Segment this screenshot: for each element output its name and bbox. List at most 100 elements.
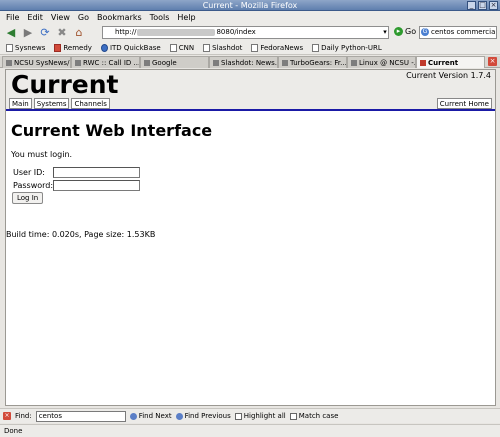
- window-title: Current - Mozilla Firefox: [202, 1, 298, 10]
- tab-current[interactable]: Current: [416, 56, 485, 68]
- header-divider: [6, 109, 495, 111]
- minimize-icon[interactable]: _: [467, 1, 476, 10]
- down-arrow-icon: [129, 412, 137, 420]
- window-titlebar: Current - Mozilla Firefox _ □ ×: [0, 0, 500, 11]
- bookmark-label: Slashdot: [212, 43, 243, 52]
- search-value: centos commercial: [431, 28, 497, 36]
- up-arrow-icon: [175, 412, 183, 420]
- menu-help[interactable]: Help: [177, 13, 195, 22]
- url-bar[interactable]: http:// 8080/index: [102, 26, 389, 39]
- tab-linux-ncsu[interactable]: Linux @ NCSU -...: [347, 56, 416, 68]
- login-button[interactable]: Log In: [12, 192, 44, 204]
- tab-google[interactable]: Google: [140, 56, 209, 68]
- reload-icon[interactable]: ⟳: [38, 26, 52, 40]
- find-previous-label: Find Previous: [184, 412, 231, 420]
- quickbase-icon: [100, 43, 108, 52]
- status-text: Done: [4, 427, 23, 435]
- menu-edit[interactable]: Edit: [27, 13, 43, 22]
- tab-favicon-icon: [6, 59, 12, 66]
- tab-favicon-icon: [282, 59, 288, 66]
- menu-file[interactable]: File: [6, 13, 19, 22]
- bookmark-sysnews[interactable]: Sysnews: [6, 43, 46, 52]
- status-bar: Done: [0, 424, 500, 437]
- maximize-icon[interactable]: □: [478, 1, 487, 10]
- url-prefix: http://: [115, 28, 137, 36]
- find-label: Find:: [15, 412, 32, 420]
- search-input[interactable]: G centos commercial: [419, 26, 497, 39]
- go-arrow-icon: ▸: [394, 27, 403, 36]
- userid-field[interactable]: [53, 167, 140, 178]
- menu-bar: File Edit View Go Bookmarks Tools Help: [0, 11, 500, 24]
- tab-label: Linux @ NCSU -...: [359, 58, 416, 67]
- bookmark-label: FedoraNews: [260, 43, 304, 52]
- highlight-all-label: Highlight all: [243, 412, 286, 420]
- tab-label: NCSU SysNews/...: [14, 58, 71, 67]
- current-home-button[interactable]: Current Home: [436, 98, 492, 109]
- page-icon: [6, 43, 13, 52]
- page-icon: [312, 43, 320, 52]
- back-icon[interactable]: ◀: [4, 26, 18, 40]
- nav-channels[interactable]: Channels: [71, 98, 110, 109]
- tab-label: TurboGears: Fr...: [290, 58, 347, 67]
- page-title: Current Web Interface: [11, 121, 213, 140]
- bookmark-remedy[interactable]: Remedy: [54, 43, 92, 52]
- bookmark-label: Daily Python-URL: [321, 43, 382, 52]
- close-window-icon[interactable]: ×: [489, 1, 498, 10]
- tab-favicon-icon: [213, 59, 219, 66]
- bookmarks-toolbar: Sysnews Remedy ITD QuickBase CNN Slashdo…: [0, 41, 500, 55]
- userid-label: User ID:: [13, 168, 45, 177]
- tab-turbogears[interactable]: TurboGears: Fr...: [278, 56, 347, 68]
- tab-favicon-icon: [75, 59, 81, 66]
- stop-icon[interactable]: ✖: [55, 26, 69, 40]
- tab-favicon-icon: [420, 59, 426, 66]
- tab-strip: NCSU SysNews/... RWC :: Call ID ... Goog…: [0, 56, 500, 68]
- page-content: Current Current Version 1.7.4 Main Syste…: [5, 69, 496, 406]
- find-input[interactable]: centos: [35, 410, 126, 422]
- menu-bookmarks[interactable]: Bookmarks: [97, 13, 142, 22]
- close-tab-icon[interactable]: ×: [488, 57, 497, 66]
- find-next-label: Find Next: [138, 412, 172, 420]
- bookmark-cnn[interactable]: CNN: [169, 43, 194, 52]
- password-field[interactable]: [53, 180, 140, 191]
- match-case-checkbox[interactable]: Match case: [289, 412, 339, 420]
- site-nav: Main Systems Channels: [9, 98, 110, 109]
- tab-label: Google: [152, 58, 177, 67]
- tab-label: Current: [428, 58, 459, 67]
- password-label: Password:: [13, 181, 54, 190]
- find-bar: × Find: centos Find Next Find Previous H…: [0, 408, 500, 423]
- tab-favicon-icon: [144, 59, 150, 66]
- tab-slashdot[interactable]: Slashdot: News...: [209, 56, 278, 68]
- home-icon[interactable]: ⌂: [72, 26, 86, 40]
- find-previous-button[interactable]: Find Previous: [175, 412, 231, 420]
- menu-go[interactable]: Go: [78, 13, 89, 22]
- bookmark-slashdot[interactable]: Slashdot: [203, 43, 243, 52]
- tab-rwc-call-id[interactable]: RWC :: Call ID ...: [71, 56, 140, 68]
- highlight-icon: [234, 412, 242, 420]
- nav-main[interactable]: Main: [9, 98, 32, 109]
- match-case-label: Match case: [298, 412, 339, 420]
- redacted-host: [137, 28, 216, 36]
- tab-label: Slashdot: News...: [221, 58, 278, 67]
- bookmark-fedoranews[interactable]: FedoraNews: [251, 43, 304, 52]
- page-icon: [169, 43, 177, 52]
- url-suffix: 8080/index: [216, 28, 256, 36]
- tab-ncsu-sysnews[interactable]: NCSU SysNews/...: [2, 56, 71, 68]
- url-dropdown-icon[interactable]: ▾: [381, 27, 389, 38]
- find-next-button[interactable]: Find Next: [129, 412, 172, 420]
- menu-view[interactable]: View: [51, 13, 70, 22]
- bookmark-itd-quickbase[interactable]: ITD QuickBase: [100, 43, 161, 52]
- menu-tools[interactable]: Tools: [150, 13, 170, 22]
- navigation-toolbar: ◀ ▶ ⟳ ✖ ⌂ http:// 8080/index ▾ ▸ Go G cen…: [0, 24, 500, 41]
- go-button[interactable]: ▸ Go: [394, 27, 416, 36]
- site-version: Current Version 1.7.4: [406, 71, 491, 80]
- bookmark-label: Sysnews: [15, 43, 46, 52]
- bookmark-daily-python-url[interactable]: Daily Python-URL: [312, 43, 382, 52]
- go-label: Go: [405, 27, 417, 36]
- highlight-all-button[interactable]: Highlight all: [234, 412, 286, 420]
- google-search-icon: G: [421, 28, 429, 36]
- forward-icon[interactable]: ▶: [21, 26, 35, 40]
- nav-systems[interactable]: Systems: [33, 98, 70, 109]
- page-icon: [251, 43, 259, 52]
- bookmark-label: ITD QuickBase: [109, 43, 161, 52]
- close-find-icon[interactable]: ×: [3, 412, 11, 420]
